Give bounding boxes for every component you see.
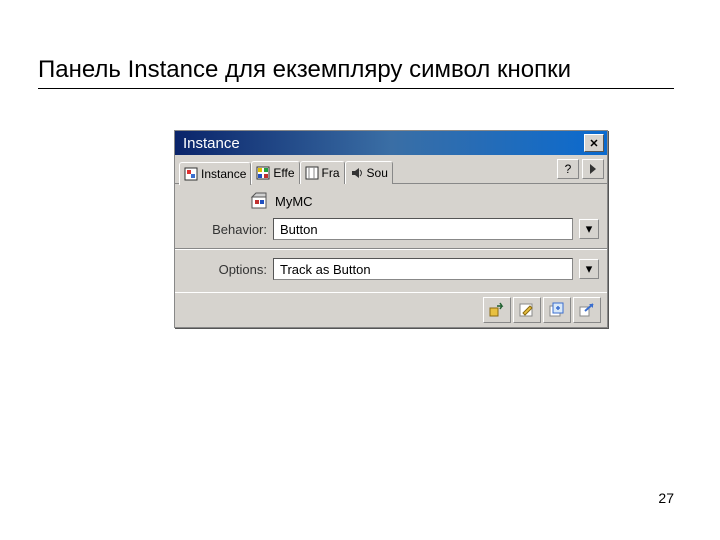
tab-label: Effe: [273, 166, 294, 180]
symbol-row: MyMC: [249, 192, 599, 210]
duplicate-icon: [548, 302, 566, 318]
collapse-button[interactable]: [582, 159, 604, 179]
sound-tab-icon: [350, 166, 364, 180]
tab-frame[interactable]: Fra: [300, 161, 345, 184]
behavior-value: Button: [274, 222, 572, 237]
symbol-name: MyMC: [275, 194, 313, 209]
options-row: Options: Track as Button ▾: [183, 258, 599, 280]
swap-icon: [488, 302, 506, 318]
page-title: Панель Instance для екземпляру символ кн…: [38, 56, 674, 89]
symbol-icon: [249, 192, 269, 210]
options-label: Options:: [183, 262, 273, 277]
help-button[interactable]: ?: [557, 159, 579, 179]
instance-panel: Instance ✕ Instance Effe Fra: [174, 130, 608, 328]
page-number: 27: [658, 490, 674, 506]
tab-label: Instance: [201, 167, 246, 181]
tab-instance[interactable]: Instance: [179, 162, 251, 185]
options-combo[interactable]: Track as Button: [273, 258, 573, 280]
tab-label: Fra: [322, 166, 340, 180]
divider: [175, 248, 607, 250]
effect-tab-icon: [256, 166, 270, 180]
edit-symbol-button[interactable]: [513, 297, 541, 323]
behavior-label: Behavior:: [183, 222, 273, 237]
chevron-down-icon: ▾: [586, 261, 593, 277]
chevron-right-icon: [589, 163, 597, 175]
options-value: Track as Button: [274, 262, 572, 277]
frame-tab-icon: [305, 166, 319, 180]
tab-effect[interactable]: Effe: [251, 161, 299, 184]
titlebar: Instance ✕: [175, 131, 607, 155]
pencil-icon: [518, 302, 536, 318]
panel-title: Instance: [183, 135, 240, 152]
swap-symbol-button[interactable]: [483, 297, 511, 323]
arrow-out-icon: [578, 302, 596, 318]
close-button[interactable]: ✕: [584, 134, 604, 152]
behavior-row: Behavior: Button ▾: [183, 218, 599, 240]
tab-sound[interactable]: Sou: [345, 161, 393, 184]
close-icon: ✕: [589, 137, 598, 150]
tabs-row: Instance Effe Fra Sou ?: [175, 155, 607, 184]
chevron-down-icon: ▾: [586, 221, 593, 237]
help-icon: ?: [565, 162, 572, 176]
bottom-toolbar: [175, 292, 607, 327]
behavior-combo[interactable]: Button: [273, 218, 573, 240]
tab-label: Sou: [367, 166, 388, 180]
instance-tab-icon: [184, 167, 198, 181]
duplicate-symbol-button[interactable]: [543, 297, 571, 323]
behavior-dropdown-button[interactable]: ▾: [579, 219, 599, 239]
edit-in-place-button[interactable]: [573, 297, 601, 323]
panel-body: MyMC Behavior: Button ▾ Options: Track a…: [175, 184, 607, 292]
options-dropdown-button[interactable]: ▾: [579, 259, 599, 279]
